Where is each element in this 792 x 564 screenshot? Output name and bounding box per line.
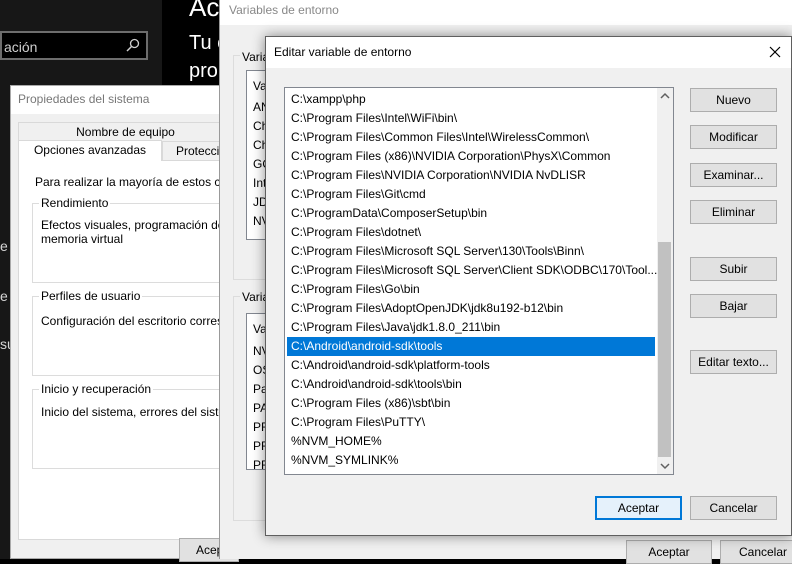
- path-entries-list[interactable]: C:\xampp\php C:\Program Files\Intel\WiFi\…: [284, 87, 674, 475]
- advanced-intro-text: Para realizar la mayoría de estos cambi: [35, 175, 231, 189]
- path-entry[interactable]: C:\Program Files\NVIDIA Corporation\NVID…: [291, 166, 586, 185]
- system-properties-window: Propiedades del sistema Nombre de equipo…: [10, 85, 239, 562]
- path-entry[interactable]: C:\ProgramData\ComposerSetup\bin: [291, 204, 487, 223]
- advanced-options-panel: Para realizar la mayoría de estos cambi …: [18, 160, 231, 540]
- edit-button[interactable]: Modificar: [690, 125, 777, 149]
- path-entry[interactable]: C:\Program Files\dotnet\: [291, 223, 421, 242]
- window-title: Variables de entorno: [229, 3, 339, 17]
- browse-button[interactable]: Examinar...: [690, 163, 777, 187]
- path-entry[interactable]: C:\Program Files\PuTTY\: [291, 413, 425, 432]
- path-entry[interactable]: C:\Program Files\Go\bin: [291, 280, 420, 299]
- path-entry[interactable]: C:\Program Files\Git\cmd: [291, 185, 426, 204]
- new-button[interactable]: Nuevo: [690, 88, 777, 112]
- accept-button[interactable]: Aceptar: [626, 540, 712, 564]
- path-entry[interactable]: C:\Program Files\Microsoft SQL Server\13…: [291, 242, 584, 261]
- path-entry[interactable]: C:\Program Files (x86)\sbt\bin: [291, 394, 450, 413]
- settings-search-text: ación: [4, 39, 38, 55]
- group-label: Perfiles de usuario: [39, 289, 143, 303]
- path-entry-selected[interactable]: C:\Android\android-sdk\tools: [287, 337, 655, 356]
- startup-recovery-group: Inicio y recuperación Inicio del sistema…: [32, 382, 231, 469]
- path-entry[interactable]: C:\Program Files\AdoptOpenJDK\jdk8u192-b…: [291, 299, 563, 318]
- scroll-up-arrow-icon[interactable]: [657, 88, 673, 104]
- dialog-title: Editar variable de entorno: [274, 45, 412, 59]
- window-title: Propiedades del sistema: [18, 92, 150, 106]
- system-properties-titlebar[interactable]: Propiedades del sistema: [11, 86, 229, 114]
- group-description: Efectos visuales, programación del pro: [41, 218, 231, 232]
- group-label: Rendimiento: [39, 196, 111, 210]
- settings-search-box[interactable]: ación: [0, 31, 148, 60]
- path-entry[interactable]: C:\Program Files\Microsoft SQL Server\Cl…: [291, 261, 657, 280]
- path-entry[interactable]: C:\Program Files\Common Files\Intel\Wire…: [291, 128, 589, 147]
- path-entry[interactable]: C:\Program Files\Intel\WiFi\bin\: [291, 109, 457, 128]
- vertical-scrollbar[interactable]: [657, 88, 673, 474]
- edit-environment-variable-dialog: Editar variable de entorno C:\xampp\php C…: [265, 36, 792, 536]
- cancel-button[interactable]: Cancelar: [690, 496, 777, 520]
- move-down-button[interactable]: Bajar: [690, 294, 777, 318]
- environment-variables-titlebar[interactable]: Variables de entorno: [220, 0, 792, 25]
- path-entry[interactable]: C:\Android\android-sdk\platform-tools: [291, 356, 490, 375]
- tab-computer-name[interactable]: Nombre de equipo: [18, 122, 233, 141]
- dialog-titlebar[interactable]: Editar variable de entorno: [266, 37, 791, 68]
- path-entry[interactable]: C:\xampp\php: [291, 90, 366, 109]
- path-entry[interactable]: C:\Program Files\Java\jdk1.8.0_211\bin: [291, 318, 500, 337]
- settings-nav-item[interactable]: e: [0, 238, 8, 254]
- search-icon[interactable]: [126, 38, 140, 52]
- path-entry[interactable]: %NVM_SYMLINK%: [291, 451, 398, 470]
- close-icon[interactable]: [766, 43, 784, 61]
- settings-nav-item[interactable]: e: [0, 288, 8, 304]
- move-up-button[interactable]: Subir: [690, 257, 777, 281]
- scroll-down-arrow-icon[interactable]: [657, 458, 673, 474]
- accept-button[interactable]: Aceptar: [595, 496, 682, 520]
- performance-group: Rendimiento Efectos visuales, programaci…: [32, 196, 231, 283]
- settings-body-text: pro: [189, 60, 218, 82]
- cancel-button[interactable]: Cancelar: [720, 540, 792, 564]
- delete-button[interactable]: Eliminar: [690, 200, 777, 224]
- settings-page-heading: Ac: [189, 0, 220, 22]
- group-description: Configuración del escritorio correspon: [41, 314, 231, 328]
- edit-text-button[interactable]: Editar texto...: [690, 350, 777, 374]
- tab-advanced-options[interactable]: Opciones avanzadas: [18, 140, 162, 161]
- group-description: Inicio del sistema, errores del sistema …: [41, 405, 231, 419]
- path-entry[interactable]: C:\Android\android-sdk\tools\bin: [291, 375, 462, 394]
- group-label: Inicio y recuperación: [39, 382, 154, 396]
- user-profiles-group: Perfiles de usuario Configuración del es…: [32, 289, 231, 376]
- scrollbar-thumb[interactable]: [658, 242, 671, 457]
- path-entry[interactable]: %NVM_HOME%: [291, 432, 382, 451]
- path-entry[interactable]: C:\Program Files (x86)\NVIDIA Corporatio…: [291, 147, 610, 166]
- group-description: memoria virtual: [41, 232, 124, 246]
